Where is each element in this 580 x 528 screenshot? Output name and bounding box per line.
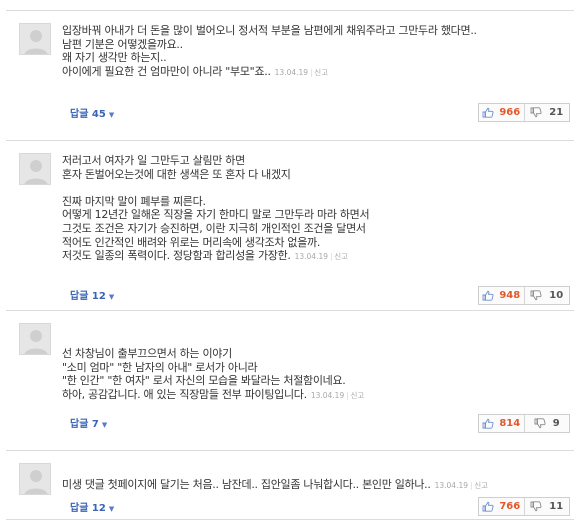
like-button[interactable]: 766 <box>479 498 525 515</box>
vote-box: 814 9 <box>478 414 570 433</box>
comment-date: 13.04.19 <box>434 481 468 490</box>
vote-box: 766 11 <box>478 497 570 516</box>
thumbs-up-icon <box>482 418 494 429</box>
chevron-down-icon: ▼ <box>101 421 108 429</box>
avatar[interactable] <box>19 153 51 185</box>
report-link[interactable]: 신고 <box>350 391 364 400</box>
comment-line: "소미 엄마" "한 남자의 아내" 로서가 아니라 <box>62 360 258 374</box>
divider: | <box>470 481 473 490</box>
divider: | <box>310 67 313 77</box>
comment-date: 13.04.19 <box>310 390 345 400</box>
reply-toggle[interactable]: 답글 45 ▼ <box>70 105 114 120</box>
comment-line: 진짜 마지막 말이 폐부를 찌른다. <box>62 194 206 208</box>
report-link[interactable]: 신고 <box>474 481 488 490</box>
comment-item: 선 차창님이 출부끄으면서 하는 이야기 "소미 엄마" "한 남자의 아내" … <box>6 310 574 450</box>
reply-count-label: 답글 45 <box>70 109 106 120</box>
thumbs-up-icon <box>482 107 494 118</box>
thumbs-up-icon <box>482 501 494 512</box>
avatar-silhouette-icon <box>20 24 50 54</box>
like-button[interactable]: 948 <box>479 287 525 304</box>
divider: | <box>330 252 333 262</box>
reply-toggle[interactable]: 답글 12 ▼ <box>70 287 114 302</box>
comment-line: 입장바꿔 아내가 더 돈을 많이 벌어오니 정서적 부분을 남편에게 채워주라고… <box>62 24 477 37</box>
comment-line-text: 하아, 공감갑니다. 애 있는 직장맘들 전부 파이팅입니다. <box>62 387 307 401</box>
thumbs-down-icon <box>530 501 542 512</box>
reply-toggle[interactable]: 답글 7 ▼ <box>70 415 107 430</box>
avatar-silhouette-icon <box>20 324 50 354</box>
like-button[interactable]: 966 <box>479 104 525 121</box>
comment-line-last: 아이에게 필요한 건 엄마만이 아니라 "부모"죠.. 13.04.19 | 신고 <box>62 65 542 80</box>
vote-box: 966 21 <box>478 103 570 122</box>
report-link[interactable]: 신고 <box>334 252 348 261</box>
comment-item: 미생 댓글 첫페이지에 달기는 처음.. 남잔데.. 집안일좀 나눠합시다.. … <box>6 450 574 520</box>
comment-list: 입장바꿔 아내가 더 돈을 많이 벌어오니 정서적 부분을 남편에게 채워주라고… <box>0 0 580 528</box>
reply-count-label: 답글 12 <box>70 503 106 514</box>
divider: | <box>346 390 349 400</box>
comment-text: 선 차창님이 출부끄으면서 하는 이야기 "소미 엄마" "한 남자의 아내" … <box>62 347 542 402</box>
avatar[interactable] <box>19 463 51 495</box>
thumbs-down-icon <box>534 418 546 429</box>
thumbs-down-icon <box>530 290 542 301</box>
comment-date: 13.04.19 <box>274 67 309 77</box>
avatar-silhouette-icon <box>20 464 50 494</box>
comment-text: 미생 댓글 첫페이지에 달기는 처음.. 남잔데.. 집안일좀 나눠합시다.. … <box>62 478 542 493</box>
comment-line: 선 차창님이 출부끄으면서 하는 이야기 <box>62 347 232 360</box>
comment-item: 입장바꿔 아내가 더 돈을 많이 벌어오니 정서적 부분을 남편에게 채워주라고… <box>6 10 574 140</box>
reply-count-label: 답글 12 <box>70 291 106 302</box>
dislike-button[interactable]: 11 <box>525 498 570 515</box>
comment-line-text: 저것도 일종의 폭력이다. 정당함과 합리성을 가장한. <box>62 249 291 263</box>
like-button[interactable]: 814 <box>479 415 525 432</box>
dislike-button[interactable]: 9 <box>525 415 570 432</box>
thumbs-down-icon <box>530 107 542 118</box>
chevron-down-icon: ▼ <box>108 111 115 119</box>
report-link[interactable]: 신고 <box>314 68 328 77</box>
comment-line: 남편 기분은 어떻겠을까요.. <box>62 37 183 51</box>
vote-box: 948 10 <box>478 286 570 305</box>
comment-line-last: 저것도 일종의 폭력이다. 정당함과 합리성을 가장한. 13.04.19 | 신고 <box>62 249 542 264</box>
dislike-button[interactable]: 10 <box>525 287 570 304</box>
comment-line: 어떻게 12년간 일해온 직장을 자기 한마디 말로 그만두라 마라 하면서 <box>62 208 370 222</box>
chevron-down-icon: ▼ <box>108 293 115 301</box>
comment-line: "한 인간" "한 여자" 로서 자신의 모습을 봐달라는 처절함이네요. <box>62 374 346 388</box>
like-count: 948 <box>499 290 521 301</box>
like-count: 814 <box>499 418 521 429</box>
dislike-count: 21 <box>549 107 564 118</box>
comment-text: 저러고서 여자가 일 그만두고 살림만 하면 혼자 돈벌어오는것에 대한 생색은… <box>62 154 542 264</box>
comment-line-text: 미생 댓글 첫페이지에 달기는 처음.. 남잔데.. 집안일좀 나눠합시다.. … <box>62 478 431 491</box>
comment-line: 왜 자기 생각만 하는지.. <box>62 51 167 65</box>
comment-date: 13.04.19 <box>294 252 329 262</box>
chevron-down-icon: ▼ <box>108 505 115 513</box>
comment-line: 혼자 돈벌어오는것에 대한 생색은 또 혼자 다 내겠지 <box>62 167 291 181</box>
reply-toggle[interactable]: 답글 12 ▼ <box>70 499 114 514</box>
dislike-count: 9 <box>552 418 560 429</box>
avatar[interactable] <box>19 323 51 355</box>
dislike-count: 10 <box>549 290 564 301</box>
comment-text: 입장바꿔 아내가 더 돈을 많이 벌어오니 정서적 부분을 남편에게 채워주라고… <box>62 24 542 79</box>
comment-line-last: 미생 댓글 첫페이지에 달기는 처음.. 남잔데.. 집안일좀 나눠합시다.. … <box>62 478 542 493</box>
like-count: 766 <box>499 501 521 512</box>
like-count: 966 <box>499 107 521 118</box>
avatar-silhouette-icon <box>20 154 50 184</box>
comment-line: 그것도 조건은 자기가 승진하면, 이란 지극히 개인적인 조건을 달면서 <box>62 221 366 235</box>
comment-line: 적어도 인간적인 배려와 위로는 머리속에 생각조차 없을까. <box>62 235 321 249</box>
comment-line: 저러고서 여자가 일 그만두고 살림만 하면 <box>62 154 245 167</box>
comment-item: 저러고서 여자가 일 그만두고 살림만 하면 혼자 돈벌어오는것에 대한 생색은… <box>6 140 574 310</box>
thumbs-up-icon <box>482 290 494 301</box>
avatar[interactable] <box>19 23 51 55</box>
dislike-count: 11 <box>549 501 564 512</box>
comment-line-last: 하아, 공감갑니다. 애 있는 직장맘들 전부 파이팅입니다. 13.04.19 |… <box>62 388 542 403</box>
comment-line-text: 아이에게 필요한 건 엄마만이 아니라 "부모"죠.. <box>62 64 271 78</box>
dislike-button[interactable]: 21 <box>525 104 570 121</box>
reply-count-label: 답글 7 <box>70 419 99 430</box>
